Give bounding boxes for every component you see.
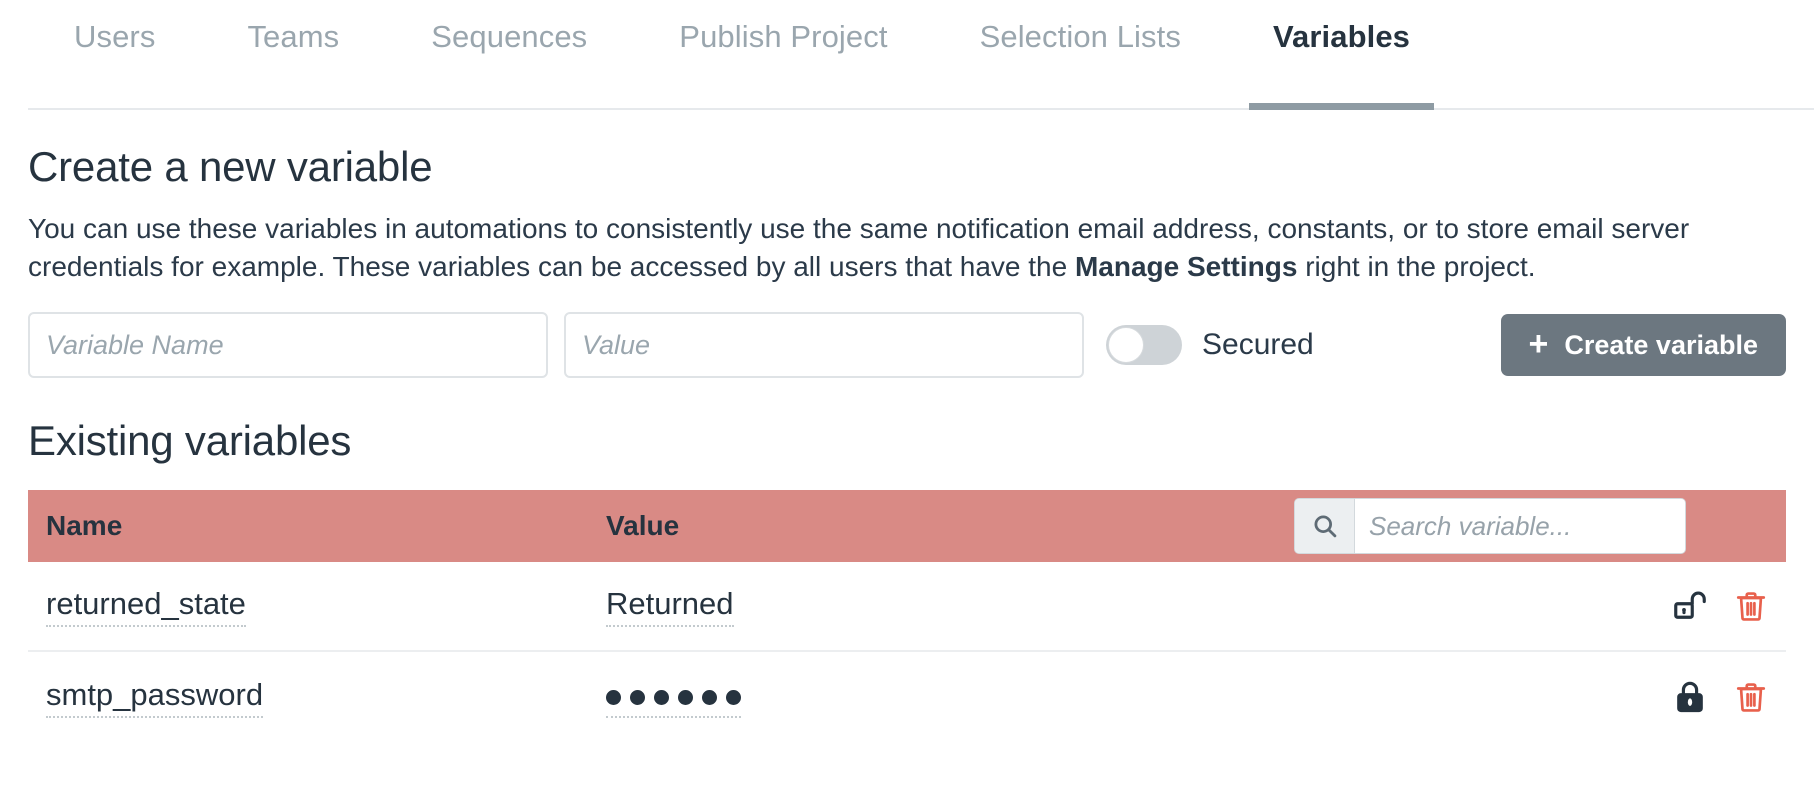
secured-toggle-group[interactable]: Secured — [1106, 325, 1314, 366]
variable-value-text[interactable]: Returned — [606, 586, 734, 627]
variable-value-cell: Returned — [606, 586, 1672, 627]
create-variable-button-label: Create variable — [1564, 329, 1758, 360]
variable-value-masked[interactable] — [606, 677, 741, 718]
search-variable-box[interactable] — [1294, 498, 1686, 555]
tab-label: Sequences — [431, 19, 588, 54]
toggle-knob — [1108, 327, 1144, 364]
search-variable-input[interactable] — [1355, 499, 1685, 554]
tab-label: Users — [74, 19, 156, 54]
variable-name-text[interactable]: returned_state — [46, 586, 246, 627]
tab-label: Publish Project — [679, 19, 888, 54]
create-variable-button[interactable]: + Create variable — [1500, 314, 1786, 377]
tab-teams[interactable]: Teams — [201, 0, 385, 110]
tab-label: Selection Lists — [979, 19, 1181, 54]
description-bold-term: Manage Settings — [1074, 251, 1298, 283]
lock-icon[interactable] — [1672, 679, 1708, 715]
tab-label: Variables — [1272, 19, 1411, 54]
variables-table-header: Name Value — [28, 490, 1786, 563]
create-variable-description: You can use these variables in automatio… — [28, 210, 1786, 286]
variables-table: Name Value returned_state Returned — [28, 490, 1786, 742]
settings-tab-bar: Users Teams Sequences Publish Project Se… — [0, 0, 1814, 110]
existing-variables-title: Existing variables — [28, 417, 352, 465]
table-row: smtp_password — [28, 652, 1786, 742]
tab-list: Users Teams Sequences Publish Project Se… — [28, 0, 1456, 110]
variable-value-input[interactable] — [564, 312, 1084, 379]
variable-name-cell: returned_state — [46, 586, 606, 627]
variable-name-text[interactable]: smtp_password — [46, 677, 264, 718]
secured-toggle-label: Secured — [1202, 328, 1314, 362]
trash-icon[interactable] — [1734, 680, 1768, 714]
tab-sequences[interactable]: Sequences — [385, 0, 633, 110]
unlock-icon[interactable] — [1672, 588, 1708, 624]
create-variable-title: Create a new variable — [28, 143, 433, 190]
variable-name-cell: smtp_password — [46, 677, 606, 718]
row-actions — [1672, 679, 1786, 715]
masked-value-dots — [606, 689, 741, 713]
page-body: Create a new variable You can use these … — [0, 146, 1814, 742]
tab-variables[interactable]: Variables — [1227, 0, 1456, 110]
tab-selection-lists[interactable]: Selection Lists — [934, 0, 1227, 110]
plus-icon: + — [1528, 325, 1549, 364]
variable-value-cell — [606, 677, 1672, 718]
column-header-name: Name — [46, 510, 123, 542]
tab-label: Teams — [247, 19, 340, 54]
tab-users[interactable]: Users — [28, 0, 201, 110]
secured-toggle[interactable] — [1106, 325, 1182, 366]
row-actions — [1672, 588, 1786, 624]
tab-publish-project[interactable]: Publish Project — [633, 0, 933, 110]
variable-name-input[interactable] — [28, 312, 548, 379]
trash-icon[interactable] — [1734, 589, 1768, 623]
search-icon — [1295, 499, 1355, 554]
create-variable-form: Secured + Create variable — [28, 312, 1786, 379]
table-row: returned_state Returned — [28, 562, 1786, 653]
description-text-part2: right in the project. — [1297, 251, 1536, 283]
